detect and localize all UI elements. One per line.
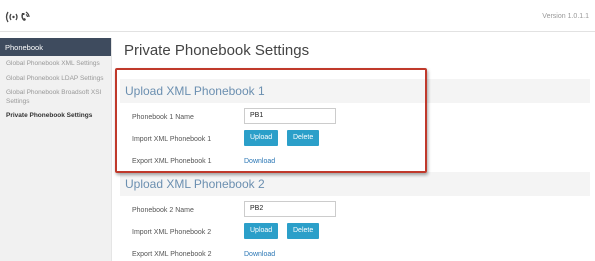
phonebook-2-name-input[interactable]: PB2 <box>244 201 336 217</box>
grandstream-wave-logo-icon <box>5 11 30 23</box>
sidebar: Phonebook Global Phonebook XML Settings … <box>0 38 112 261</box>
sidebar-item-global-ldap[interactable]: Global Phonebook LDAP Settings <box>0 75 111 84</box>
phonebook-name-label: Phonebook 2 Name <box>132 207 194 214</box>
download-link[interactable]: Download <box>244 251 275 258</box>
upload-button[interactable]: Upload <box>244 223 279 239</box>
export-row: Export XML Phonebook 2 Download <box>120 244 590 261</box>
sidebar-title[interactable]: Phonebook <box>0 38 111 56</box>
delete-button[interactable]: Delete <box>287 223 320 239</box>
top-bar: Version 1.0.1.1 <box>0 0 595 32</box>
version-label: Version 1.0.1.1 <box>542 13 589 20</box>
section-title: Upload XML Phonebook 2 <box>120 172 590 196</box>
import-label: Import XML Phonebook 2 <box>132 229 212 236</box>
sidebar-item-broadsoft-xsi[interactable]: Global Phonebook Broadsoft XSI Settings <box>0 89 111 106</box>
sidebar-item-private-phonebook[interactable]: Private Phonebook Settings <box>0 112 111 121</box>
sidebar-item-global-xml[interactable]: Global Phonebook XML Settings <box>0 60 111 69</box>
highlight-box <box>115 68 427 173</box>
phonebook-name-row: Phonebook 2 Name PB2 <box>120 200 590 222</box>
section-phonebook-2: Upload XML Phonebook 2 Phonebook 2 Name … <box>120 172 590 261</box>
import-row: Import XML Phonebook 2 Upload Delete <box>120 222 590 244</box>
export-label: Export XML Phonebook 2 <box>132 251 212 258</box>
page-title: Private Phonebook Settings <box>124 42 310 59</box>
